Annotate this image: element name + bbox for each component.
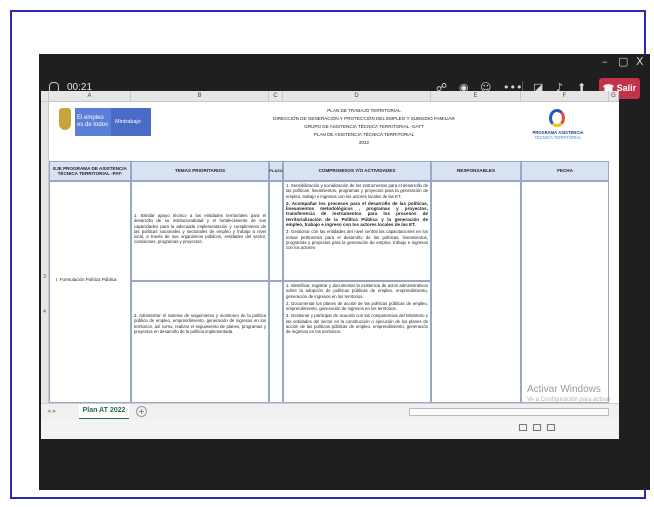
leave-button-label: Salir (616, 83, 637, 93)
add-sheet-icon[interactable]: + (136, 406, 147, 417)
table-header-eje[interactable]: EJE PROGRAMA DE ASISTENCIA TÉCNICA TERRI… (49, 161, 131, 181)
logo-brand: Mintrabajo (115, 119, 141, 125)
cell-eje[interactable]: I. Formulación Política Pública (49, 181, 131, 403)
window-titlebar: – ▢ X (39, 54, 650, 72)
mintrabajo-brand-box: Mintrabajo (111, 108, 151, 136)
column-header-a[interactable]: A (49, 91, 131, 102)
sheet-grid[interactable]: El empleo es de todos Mintrabajo PLAN DE… (49, 102, 619, 403)
header-line-3: GRUPO DE ASISTENCIA TÉCNICA TERRITORIAL … (304, 124, 424, 129)
maximize-button[interactable]: ▢ (618, 55, 628, 68)
logo-line2: es de todos (77, 122, 109, 128)
program-logo: PROGRAMA ASISTENCIA TÉCNICA TERRITORIAL (523, 108, 593, 142)
horizontal-scrollbar[interactable] (409, 408, 609, 416)
compromiso-2-2: 2. Documentar los planes de acción de la… (286, 300, 428, 312)
cell-tema-1[interactable]: 1. Brindar apoyo técnico a las entidades… (131, 181, 269, 281)
header-line-1: PLAN DE TRABAJO TERRITORIAL (327, 108, 401, 113)
eje-label: I. Formulación Política Pública (56, 277, 117, 282)
cell-tema-2[interactable]: 3. Administrar el sistema de seguimiento… (131, 281, 269, 403)
column-header-d[interactable]: D (283, 91, 431, 102)
row-header[interactable] (41, 162, 49, 182)
row-header[interactable] (41, 102, 49, 162)
minimize-button[interactable]: – (602, 55, 608, 68)
row-header-3[interactable]: 3 (41, 182, 49, 282)
page-layout-view-icon[interactable] (533, 424, 541, 431)
status-bar (41, 419, 619, 439)
header-line-2: DIRECCIÓN DE GENERACIÓN Y PROTECCIÓN DEL… (273, 116, 455, 121)
cell-plazo-1[interactable] (269, 181, 283, 281)
logo-line1: El empleo (77, 115, 104, 121)
table-header-responsables[interactable]: RESPONSABLES (431, 161, 521, 181)
sheet-tab-plan-at-2022[interactable]: Plan AT 2022 (79, 404, 129, 420)
table-header-plazo[interactable]: PLAZO (269, 161, 283, 181)
screenshot-frame: – ▢ X 00:21 ☍ ◉ ☺ ••• ◪ ♪ ⬆ ☎ Salir A B … (10, 10, 650, 499)
compromiso-2-1: 1. Identificar, registrar y documentar l… (286, 283, 428, 299)
column-header-e[interactable]: E (431, 91, 521, 102)
table-header-temas[interactable]: TEMAS PRIORITARIOS (131, 161, 269, 181)
sheet-nav-arrows-icon[interactable]: ◂ ▸ (47, 407, 56, 415)
column-header-g[interactable]: G (609, 91, 619, 102)
cell-compromisos-2[interactable]: 1. Identificar, registrar y documentar l… (283, 281, 431, 403)
corner-cell[interactable] (41, 91, 49, 102)
cell-fecha[interactable] (521, 181, 609, 403)
compromiso-1-1: 1. Sensibilización y socialización de lo… (286, 183, 428, 199)
compromiso-1-2: 2. Acompañar los procesos para el desarr… (286, 200, 428, 228)
cell-plazo-2[interactable] (269, 281, 283, 403)
cell-compromisos-1[interactable]: 1. Sensibilización y socialización de lo… (283, 181, 431, 281)
cell-responsables[interactable] (431, 181, 521, 403)
program-logo-line2: TÉCNICA TERRITORIAL (534, 135, 582, 140)
sheet-tab-bar: ◂ ▸ Plan AT 2022 + (41, 403, 619, 420)
column-header-b[interactable]: B (131, 91, 269, 102)
program-logo-icon (549, 109, 565, 127)
shared-spreadsheet: A B C D E F G 3 4 El empleo es de todos … (41, 91, 619, 439)
table-header-compromisos[interactable]: COMPROMISOS Y/O ACTIVIDADES (283, 161, 431, 181)
windows-activation-watermark: Activar Windows (527, 384, 601, 395)
colombia-coat-of-arms-icon (59, 108, 71, 130)
normal-view-icon[interactable] (519, 424, 527, 431)
row-header-4[interactable]: 4 (41, 282, 49, 403)
header-line-5: 2022 (358, 140, 370, 145)
tema-2-text: 3. Administrar el sistema de seguimiento… (134, 313, 266, 334)
tema-1-text: 1. Brindar apoyo técnico a las entidades… (134, 213, 266, 245)
table-header-fecha[interactable]: FECHA (521, 161, 609, 181)
page-break-view-icon[interactable] (547, 424, 555, 431)
column-header-c[interactable]: C (269, 91, 283, 102)
column-header-f[interactable]: F (521, 91, 609, 102)
header-line-4: PLAN DE ASISTENCIA TÉCNICA TERRITORIAL (313, 132, 415, 137)
close-button[interactable]: X (636, 55, 644, 68)
compromiso-1-3: 3. Gestionar con las entidades del nivel… (286, 229, 428, 251)
compromiso-2-3: 3. Gestionar y participar de acuerdo con… (286, 313, 428, 335)
